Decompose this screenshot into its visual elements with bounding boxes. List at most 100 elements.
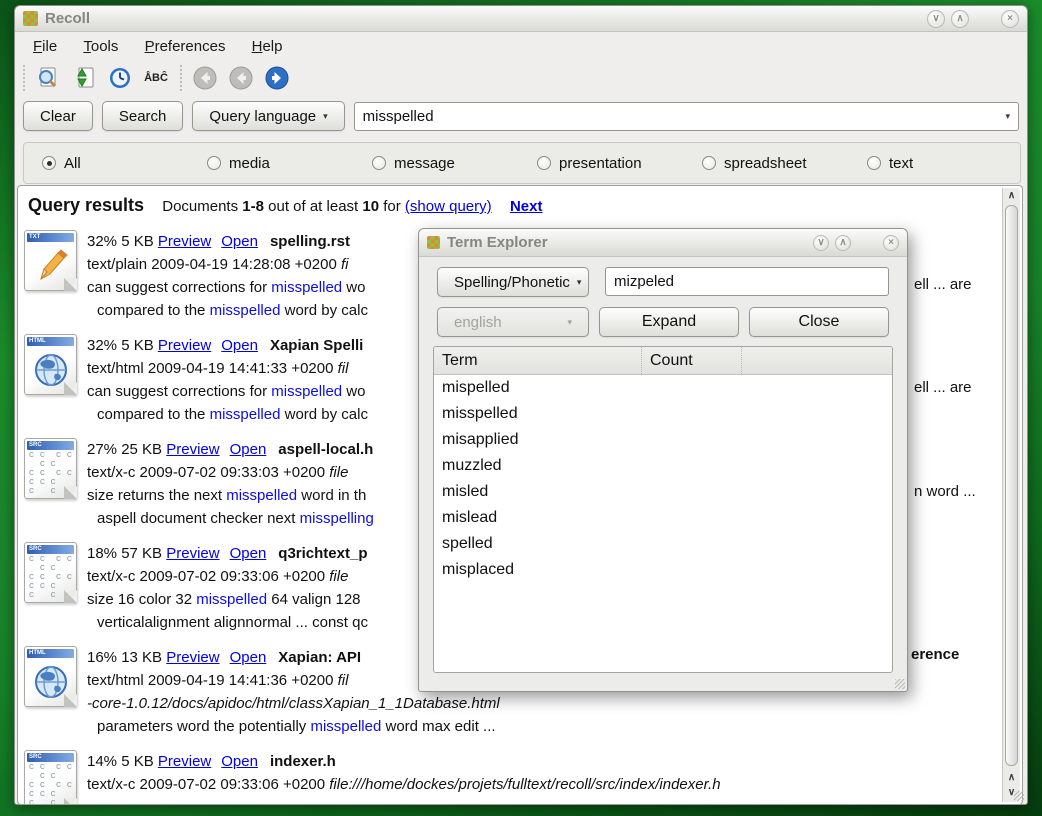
title-bar[interactable]: Recoll ∨ ∧ × (15, 6, 1027, 32)
src-file-icon: SRCc c c c c c c c c c c c c c c (24, 542, 77, 603)
dialog-title-bar[interactable]: Term Explorer ∨ ∧ × (419, 229, 907, 257)
term-table-row[interactable]: misplaced (434, 557, 892, 583)
clear-button[interactable]: Clear (23, 101, 93, 131)
snippet-text: compared to the (97, 406, 210, 423)
highlighted-term: misspelled (210, 406, 281, 423)
term-table-row[interactable]: misled (434, 479, 892, 505)
scroll-up2-icon[interactable]: ∧ (1004, 770, 1020, 785)
radio-icon (372, 156, 386, 170)
next-page-link[interactable]: Next (510, 198, 543, 215)
result-title: q3richtext_p (278, 545, 367, 562)
count-column-header[interactable]: Count (642, 347, 742, 374)
dialog-minimize-icon[interactable]: ∨ (813, 235, 829, 251)
file-size: 25 KB (121, 441, 166, 458)
dialog-resize-grip[interactable] (895, 679, 905, 689)
file-type-badge: HTML (27, 649, 74, 658)
txt-file-icon: TXT (24, 230, 77, 291)
minimize-icon[interactable]: ∨ (927, 10, 945, 28)
scroll-up-icon[interactable]: ∧ (1004, 188, 1020, 203)
open-link[interactable]: Open (230, 545, 267, 562)
occluded-text-fragment: erence (911, 646, 959, 663)
snippet-text: word by calc (280, 406, 368, 423)
snippet-text: text/x-c (87, 568, 140, 585)
menu-preferences[interactable]: Preferences (137, 34, 234, 59)
menu-file[interactable]: File (25, 34, 65, 59)
term-column-header[interactable]: Term (434, 347, 642, 374)
language-dropdown[interactable]: english ▾ (437, 307, 589, 337)
history-clock-icon[interactable] (106, 64, 134, 92)
relevance-percent: 16% (87, 649, 121, 666)
snippet-text: file (329, 464, 348, 481)
results-scrollbar[interactable]: ∧ ∧ ∨ (1002, 188, 1020, 802)
highlighted-term: misspelling (300, 510, 374, 527)
dialog-maximize-icon[interactable]: ∧ (835, 235, 851, 251)
open-link[interactable]: Open (221, 753, 258, 770)
term-table-row[interactable]: misspelled (434, 401, 892, 427)
term-table-row[interactable]: muzzled (434, 453, 892, 479)
menu-tools[interactable]: Tools (75, 34, 126, 59)
open-link[interactable]: Open (230, 441, 267, 458)
preview-link[interactable]: Preview (166, 649, 219, 666)
sort-by-date-icon[interactable] (70, 64, 98, 92)
new-search-icon[interactable] (34, 64, 62, 92)
term-input[interactable]: mizpeled (605, 267, 889, 296)
preview-link[interactable]: Preview (166, 545, 219, 562)
search-input[interactable]: misspelled ▾ (354, 102, 1019, 131)
snippet-text: aspell document checker next (97, 510, 300, 527)
expand-button[interactable]: Expand (599, 307, 739, 337)
scrollbar-thumb[interactable] (1005, 205, 1018, 766)
highlighted-term: misspelled (310, 718, 381, 735)
snippet-text: 2009-04-19 14:41:36 +0200 (148, 672, 338, 689)
snippet-text: word in th (297, 487, 366, 504)
maximize-icon[interactable]: ∧ (951, 10, 969, 28)
open-link[interactable]: Open (221, 233, 258, 250)
filter-text[interactable]: text (867, 155, 913, 172)
back-alt-icon[interactable] (227, 64, 255, 92)
close-button[interactable]: Close (749, 307, 889, 337)
results-title: Query results (28, 195, 144, 215)
preview-link[interactable]: Preview (158, 337, 211, 354)
query-language-dropdown[interactable]: Query language ▾ (192, 101, 344, 131)
preview-link[interactable]: Preview (158, 233, 211, 250)
term-explorer-dialog: Term Explorer ∨ ∧ × Spelling/Phonetic ▾ … (418, 228, 908, 692)
relevance-percent: 18% (87, 545, 121, 562)
highlighted-term: misspelled (196, 591, 267, 608)
snippet-text: size 16 color 32 (87, 591, 196, 608)
snippet-text: text/x-c (87, 776, 140, 793)
file-type-badge: SRC (27, 545, 74, 554)
filter-message[interactable]: message (372, 155, 537, 172)
open-link[interactable]: Open (230, 649, 267, 666)
occluded-text-fragment: n word ... (914, 483, 976, 500)
close-icon[interactable]: × (1001, 10, 1019, 28)
file-type-badge: HTML (27, 337, 74, 346)
doc-range: 1-8 (242, 198, 264, 215)
term-table-header: Term Count (434, 347, 892, 375)
combo-chevron-down-icon[interactable]: ▾ (1005, 111, 1010, 122)
term-table-row[interactable]: misapplied (434, 427, 892, 453)
expansion-mode-dropdown[interactable]: Spelling/Phonetic ▾ (437, 267, 589, 297)
filter-presentation[interactable]: presentation (537, 155, 702, 172)
term-explorer-icon[interactable]: ÅBĈ (142, 64, 170, 92)
snippet-text: 2009-04-19 14:41:33 +0200 (148, 360, 338, 377)
back-icon[interactable] (191, 64, 219, 92)
preview-link[interactable]: Preview (158, 753, 211, 770)
term-table-row[interactable]: spelled (434, 531, 892, 557)
open-link[interactable]: Open (221, 337, 258, 354)
filter-media[interactable]: media (207, 155, 372, 172)
filter-all[interactable]: All (42, 155, 207, 172)
search-button[interactable]: Search (102, 101, 184, 131)
show-query-link[interactable]: (show query) (405, 198, 492, 215)
term-cell: misapplied (434, 427, 642, 453)
doc-total: 10 (362, 198, 379, 215)
term-table-row[interactable]: mislead (434, 505, 892, 531)
window-resize-grip[interactable] (1014, 791, 1024, 801)
forward-icon[interactable] (263, 64, 291, 92)
occluded-text-fragment: ell ... are (914, 379, 972, 396)
dialog-close-icon[interactable]: × (883, 235, 899, 251)
result-title: indexer.h (270, 753, 336, 770)
menu-help[interactable]: Help (244, 34, 291, 59)
filter-spreadsheet[interactable]: spreadsheet (702, 155, 867, 172)
term-cell: muzzled (434, 453, 642, 479)
preview-link[interactable]: Preview (166, 441, 219, 458)
term-table-row[interactable]: mispelled (434, 375, 892, 401)
